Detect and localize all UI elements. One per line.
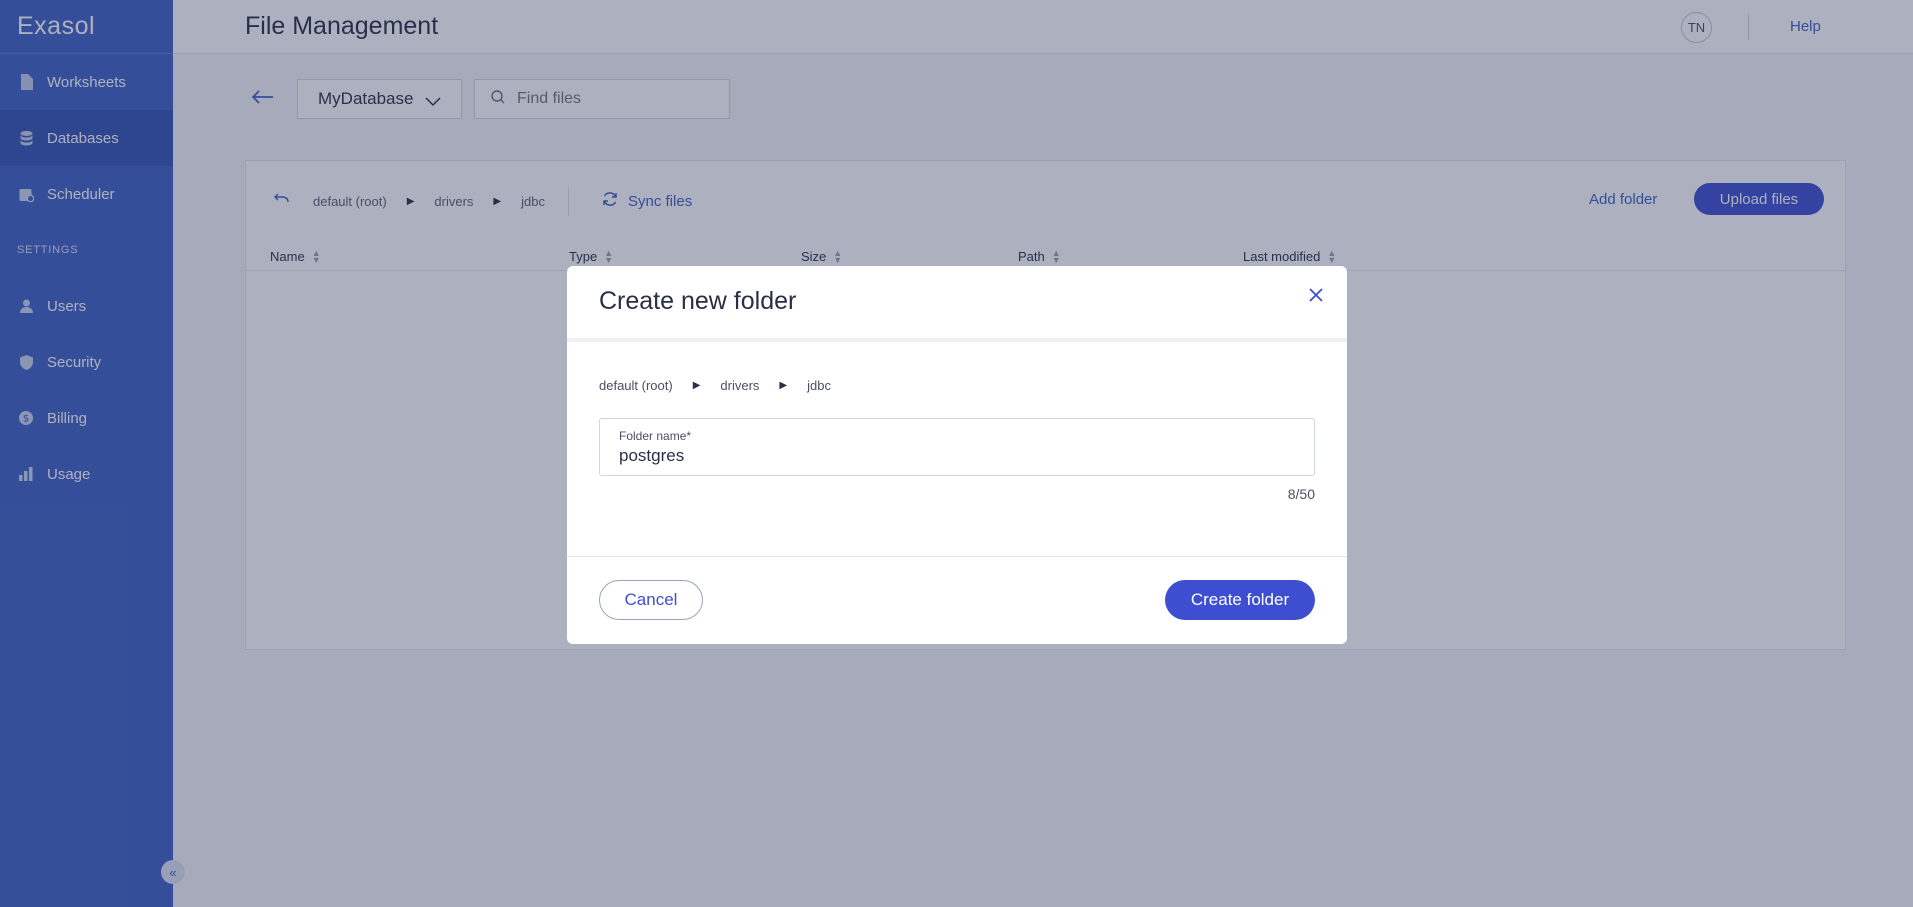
character-counter: 8/50 [1287,486,1315,502]
breadcrumb-item: drivers [720,378,760,393]
dialog-divider [567,338,1347,342]
close-icon[interactable] [1309,282,1323,308]
dialog-footer-divider [567,556,1347,557]
folder-name-label: Folder name* [619,429,692,443]
breadcrumb-item: default (root) [599,378,673,393]
breadcrumb-item: jdbc [807,378,831,393]
dialog-breadcrumb: default (root) ▶ drivers ▶ jdbc [599,378,831,393]
caret-right-icon: ▶ [779,380,788,391]
cancel-button[interactable]: Cancel [599,580,703,620]
folder-name-field[interactable]: Folder name* [599,418,1315,476]
create-folder-dialog: Create new folder default (root) ▶ drive… [567,266,1347,644]
folder-name-input[interactable] [619,446,1279,466]
dialog-title: Create new folder [599,287,797,315]
create-folder-button[interactable]: Create folder [1165,580,1315,620]
caret-right-icon: ▶ [692,380,701,391]
